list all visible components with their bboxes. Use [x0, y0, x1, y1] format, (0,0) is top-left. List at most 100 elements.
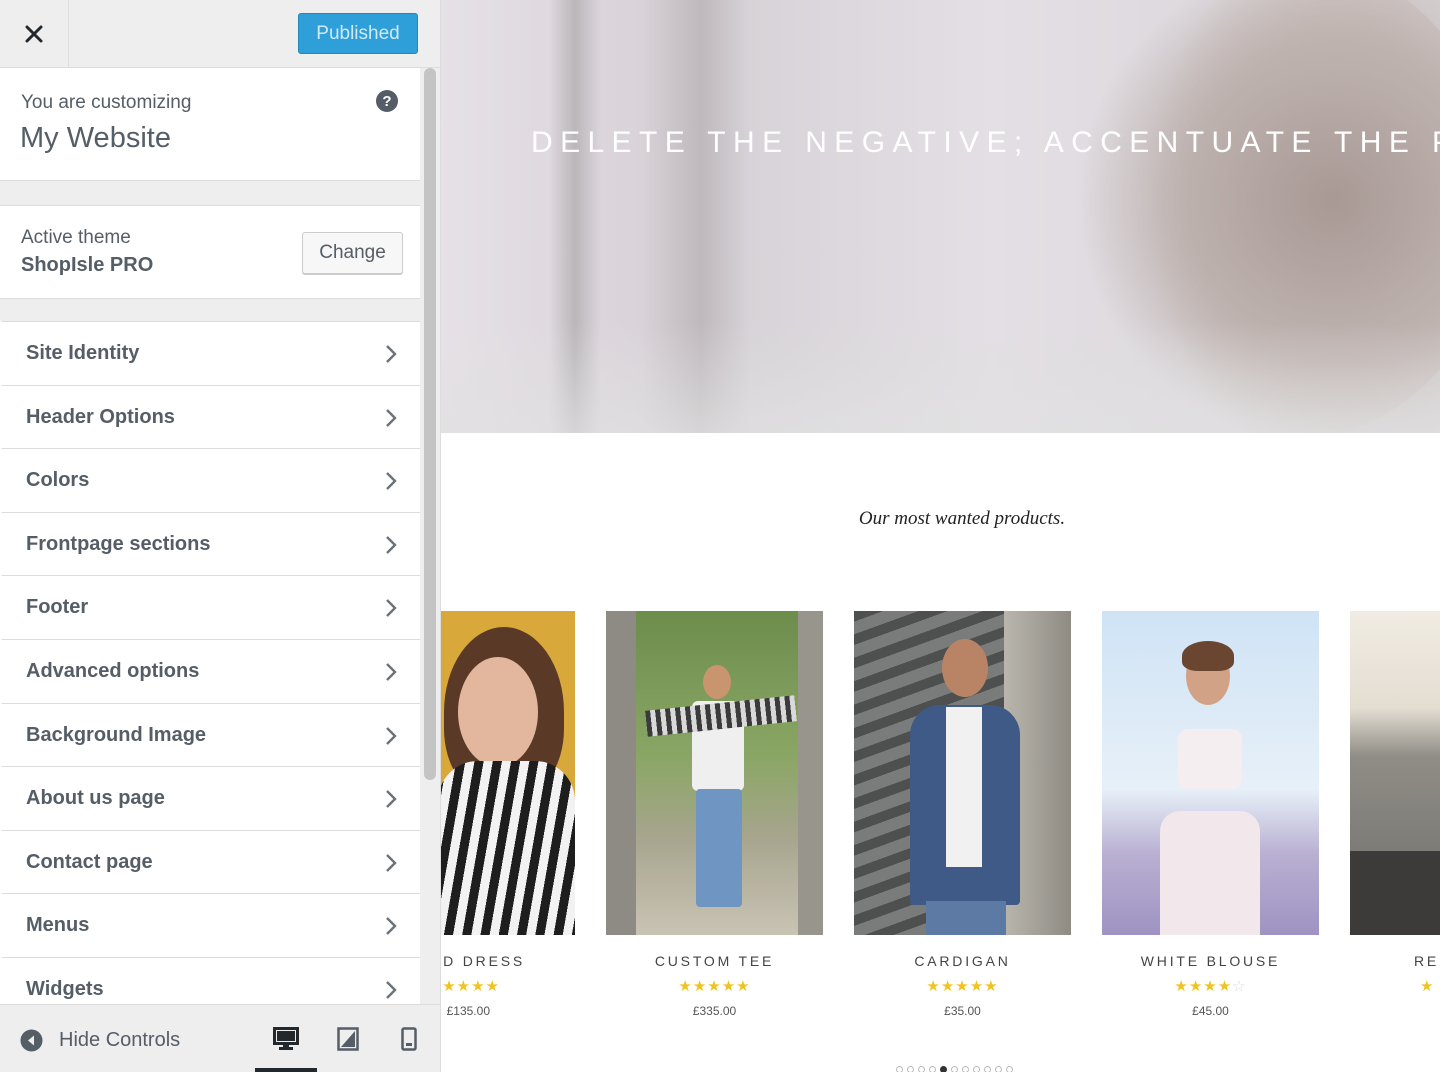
model-jeans	[696, 789, 742, 907]
scrollbar-thumb[interactable]	[424, 68, 436, 780]
model-top	[1178, 729, 1242, 789]
carousel-dot[interactable]	[940, 1066, 947, 1072]
section-label: Advanced options	[26, 659, 200, 682]
stone-pillar	[798, 611, 823, 935]
product-image[interactable]	[854, 611, 1071, 935]
section-label: Colors	[26, 469, 90, 492]
carousel-dot[interactable]	[973, 1066, 980, 1072]
chevron-right-icon	[386, 853, 397, 872]
section-widgets[interactable]: Widgets	[0, 956, 420, 1004]
section-about-us-page[interactable]: About us page	[0, 766, 420, 830]
chevron-right-icon	[386, 726, 397, 745]
product-rating: ★★★★	[442, 978, 500, 995]
product-card[interactable]: WHITE BLOUSE ★★★★☆ £45.00	[1102, 611, 1319, 1018]
section-background-image[interactable]: Background Image	[0, 702, 420, 767]
hide-controls-button[interactable]: Hide Controls	[20, 1027, 180, 1053]
product-card[interactable]: CARDIGAN ★★★★★ £35.00	[854, 611, 1071, 1018]
section-contact-page[interactable]: Contact page	[0, 829, 420, 894]
section-list: Site Identity Header Options Colors Fron…	[0, 321, 420, 1004]
model-face	[458, 657, 538, 767]
hero-fade	[441, 323, 1440, 433]
section-menus[interactable]: Menus	[0, 893, 420, 957]
carousel-dot[interactable]	[929, 1066, 936, 1072]
section-frontpage-sections[interactable]: Frontpage sections	[0, 511, 420, 576]
carousel-dot[interactable]	[995, 1066, 1002, 1072]
model-skirt	[1160, 811, 1260, 935]
chevron-right-icon	[386, 663, 397, 681]
chevron-right-icon	[386, 472, 397, 491]
publish-button[interactable]: Published	[298, 13, 418, 54]
active-theme-label: Active theme	[21, 227, 131, 248]
model-head	[703, 665, 731, 699]
carousel-dot[interactable]	[1006, 1066, 1013, 1072]
section-label: Background Image	[26, 723, 207, 746]
mobile-icon	[401, 1027, 417, 1051]
model-tshirt	[946, 707, 982, 867]
site-title: My Website	[20, 122, 171, 154]
chevron-right-icon	[386, 408, 397, 427]
model-hair	[1182, 641, 1234, 671]
section-site-identity[interactable]: Site Identity	[0, 321, 420, 385]
product-card[interactable]: RED ★	[1350, 611, 1440, 1004]
product-rating: ★★★★★	[678, 978, 751, 995]
product-card[interactable]: PED DRESS ★★★★ £135.00	[441, 611, 575, 1018]
close-button[interactable]	[0, 0, 69, 68]
carousel-dot[interactable]	[951, 1066, 958, 1072]
preview-tablet-button[interactable]	[332, 1023, 364, 1055]
product-image[interactable]	[1350, 611, 1440, 935]
carousel-pagination	[896, 1066, 1013, 1072]
sidebar-scrollbar[interactable]	[424, 68, 436, 1004]
product-title[interactable]: CARDIGAN	[854, 953, 1071, 971]
section-label: Site Identity	[26, 342, 140, 364]
customizing-info: You are customizing My Website ?	[0, 68, 420, 181]
site-preview: DELETE THE NEGATIVE; ACCENTUATE THE POSI…	[441, 0, 1440, 1072]
product-image[interactable]	[606, 611, 823, 935]
hero-heading: DELETE THE NEGATIVE; ACCENTUATE THE POSI…	[531, 126, 1440, 159]
product-title[interactable]: WHITE BLOUSE	[1102, 953, 1319, 971]
product-title[interactable]: RED	[1350, 953, 1440, 971]
rating-filled: ★★★★	[1174, 978, 1233, 995]
section-colors[interactable]: Colors	[0, 448, 420, 512]
product-price: £135.00	[446, 1004, 490, 1018]
chevron-right-icon	[386, 345, 397, 363]
model-striped-dress	[441, 761, 575, 935]
section-advanced-options[interactable]: Advanced options	[0, 638, 420, 703]
product-price: £335.00	[692, 1004, 737, 1018]
change-theme-button[interactable]: Change	[302, 232, 403, 274]
product-image[interactable]	[1102, 611, 1319, 935]
section-label: Frontpage sections	[26, 532, 211, 555]
model-head	[942, 639, 988, 697]
product-card[interactable]: CUSTOM TEE ★★★★★ £335.00	[606, 611, 823, 1018]
preview-desktop-button[interactable]	[270, 1023, 302, 1055]
carousel-dot[interactable]	[907, 1066, 914, 1072]
customizer-sidebar: Published You are customizing My Website…	[0, 0, 441, 1072]
model-jeans	[926, 901, 1006, 935]
section-label: Footer	[26, 596, 89, 619]
help-icon[interactable]: ?	[376, 90, 398, 112]
carousel-dot[interactable]	[984, 1066, 991, 1072]
product-title[interactable]: PED DRESS	[441, 953, 575, 971]
chevron-right-icon	[386, 790, 397, 809]
carousel-dot[interactable]	[962, 1066, 969, 1072]
product-price: £35.00	[944, 1004, 981, 1018]
product-title[interactable]: CUSTOM TEE	[606, 953, 823, 971]
preview-mobile-button[interactable]	[393, 1023, 425, 1055]
carousel-dot[interactable]	[918, 1066, 925, 1072]
close-icon	[25, 25, 43, 43]
product-rating: ★★★★★	[926, 978, 999, 995]
chevron-right-icon	[386, 981, 397, 999]
product-image[interactable]	[441, 611, 575, 935]
section-header-options[interactable]: Header Options	[0, 384, 420, 449]
tablet-icon	[337, 1027, 359, 1051]
section-label: Header Options	[26, 405, 175, 428]
carousel-dot[interactable]	[896, 1066, 903, 1072]
customizing-label: You are customizing	[21, 92, 192, 113]
stone-pillar	[606, 611, 636, 935]
section-footer[interactable]: Footer	[0, 575, 420, 639]
active-theme-name: ShopIsle PRO	[21, 254, 154, 276]
section-label: Contact page	[26, 850, 153, 873]
customizer-header: Published	[0, 0, 440, 68]
product-price: £45.00	[1192, 1004, 1229, 1018]
chevron-right-icon	[386, 599, 397, 618]
active-device-indicator	[255, 1068, 317, 1072]
